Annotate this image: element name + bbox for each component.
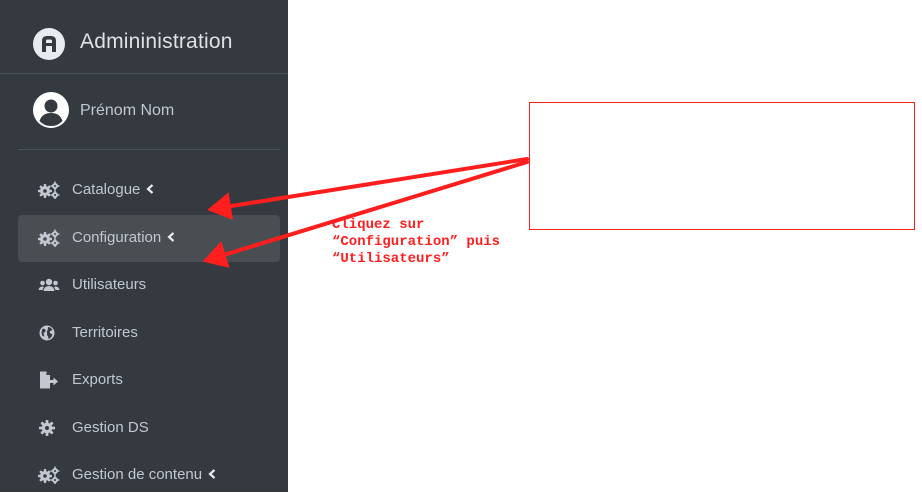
sidebar-item-catalogue[interactable]: Catalogue bbox=[18, 167, 280, 215]
sidebar-item-gestion-ds[interactable]: Gestion DS bbox=[18, 405, 280, 453]
sidebar-item-configuration[interactable]: Configuration bbox=[18, 214, 280, 262]
annotation-line-2: “Configuration” puis bbox=[332, 234, 501, 250]
annotation-line-1: Cliquez sur bbox=[332, 217, 425, 233]
chevron-left-icon bbox=[208, 469, 216, 479]
users-icon bbox=[38, 278, 60, 291]
sidebar-item-gestion-de-contenu[interactable]: Gestion de contenu bbox=[18, 452, 280, 500]
user-panel[interactable]: Prénom Nom bbox=[18, 74, 280, 150]
sidebar-item-label: Exports bbox=[72, 371, 123, 388]
annotation-line-3: “Utilisateurs” bbox=[332, 251, 450, 267]
sidebar-item-exports[interactable]: Exports bbox=[18, 357, 280, 405]
user-avatar-icon bbox=[33, 92, 69, 128]
sidebar-item-territoires[interactable]: Territoires bbox=[18, 310, 280, 358]
sidebar-item-label: Territoires bbox=[72, 323, 138, 341]
gears-icon bbox=[38, 466, 60, 484]
globe-icon bbox=[39, 325, 55, 340]
gears-icon bbox=[38, 181, 60, 199]
brand-title: Admininistration bbox=[80, 30, 233, 53]
annotation-text: Cliquez sur “Configuration” puis “Utilis… bbox=[332, 217, 500, 268]
chevron-left-icon bbox=[146, 184, 154, 194]
chevron-left-icon bbox=[167, 231, 175, 242]
brand-link[interactable]: Admininistration bbox=[0, 0, 288, 74]
gears-icon bbox=[38, 229, 60, 247]
brand-logo-icon bbox=[33, 28, 65, 60]
sidebar-item-label: Configuration bbox=[72, 228, 162, 246]
sidebar-item-label: Utilisateurs bbox=[72, 276, 147, 293]
sidebar-item-label: Gestion de contenu bbox=[72, 466, 203, 483]
sidebar-nav: Catalogue Configuration Utilisateurs Ter… bbox=[18, 167, 280, 500]
sidebar-item-label: Catalogue bbox=[72, 181, 141, 198]
sidebar-item-label: Gestion DS bbox=[72, 418, 149, 436]
file-export-icon bbox=[40, 371, 58, 389]
gear-icon bbox=[39, 419, 55, 436]
admin-sidebar: Admininistration Prénom Nom Catalogue Co… bbox=[0, 0, 288, 492]
annotation-box bbox=[529, 102, 915, 230]
user-name[interactable]: Prénom Nom bbox=[80, 102, 174, 120]
sidebar-item-utilisateurs[interactable]: Utilisateurs bbox=[18, 262, 280, 310]
